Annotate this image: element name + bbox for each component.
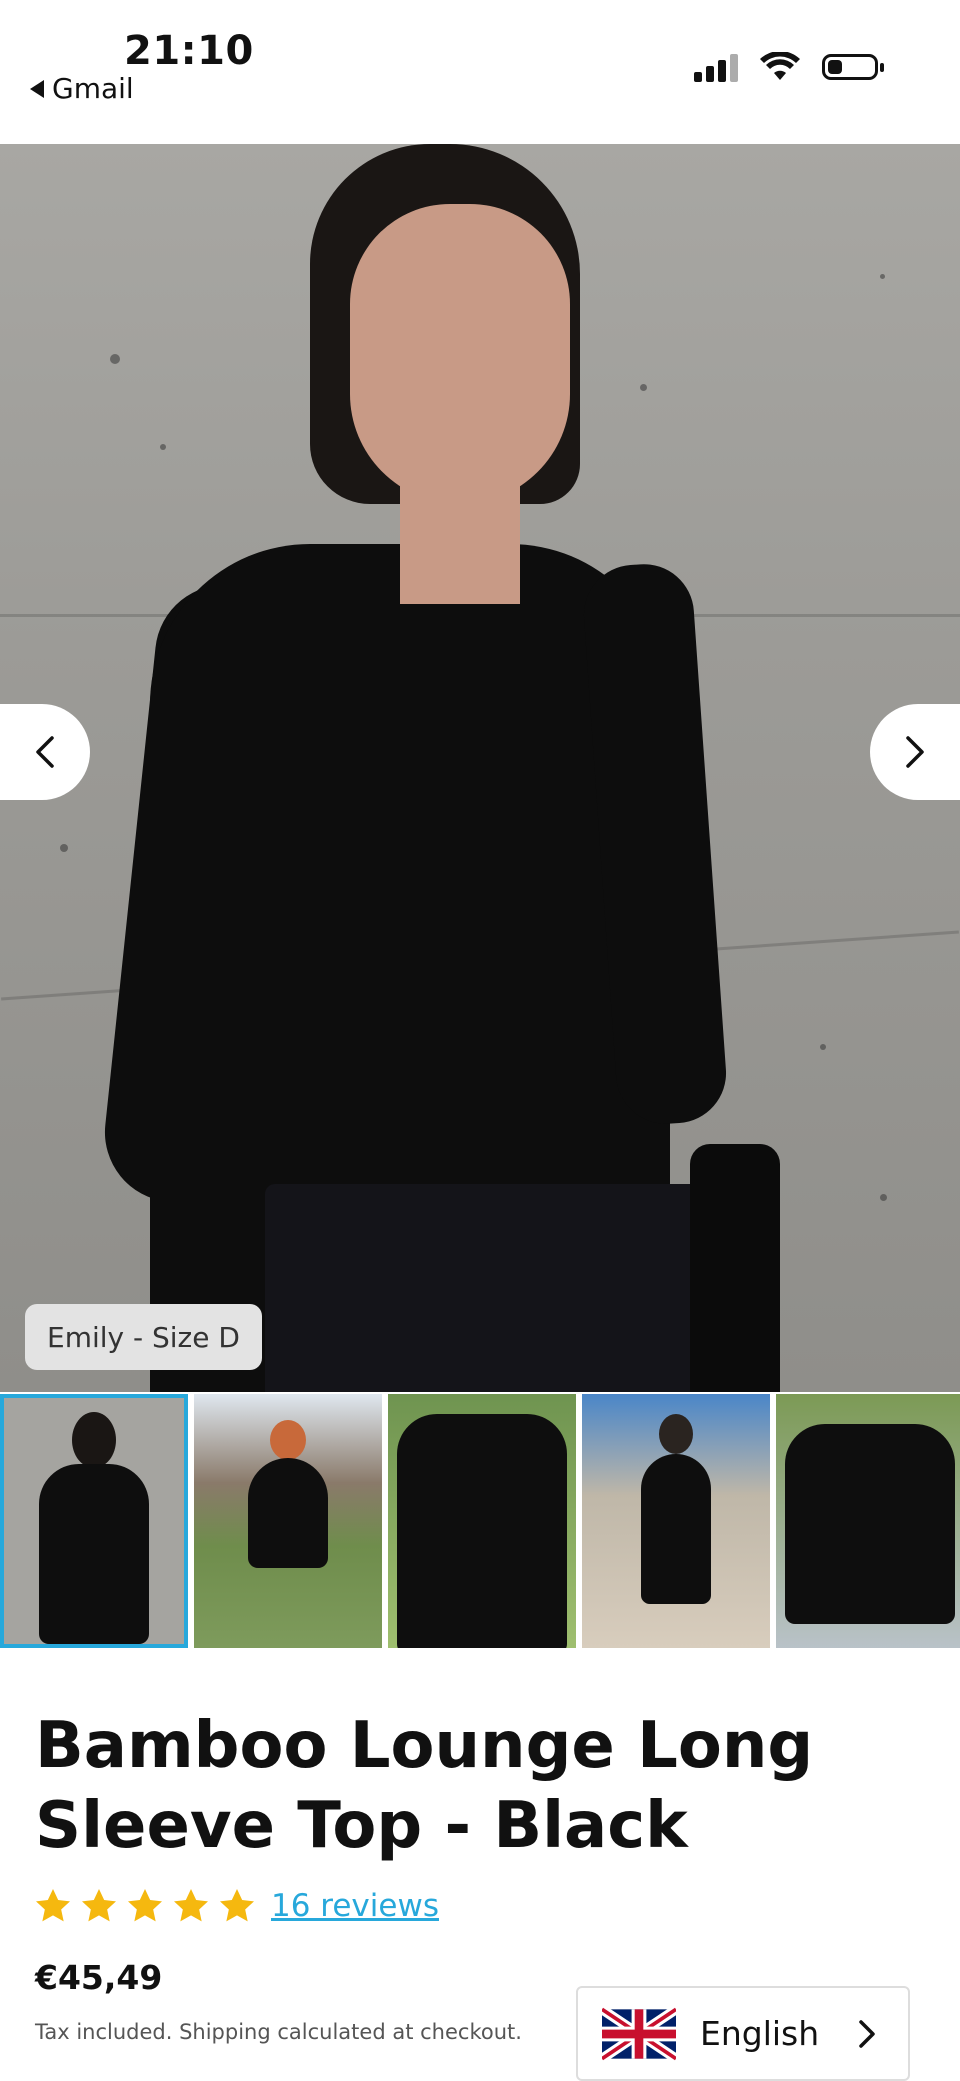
back-to-app-button[interactable]: Gmail — [30, 72, 134, 105]
next-image-button[interactable] — [870, 704, 960, 800]
wifi-icon — [760, 52, 800, 80]
model-size-caption: Emily - Size D — [25, 1304, 262, 1370]
thumbnail-2[interactable] — [194, 1394, 382, 1648]
star-icon — [128, 1889, 162, 1922]
thumbnail-5[interactable] — [776, 1394, 960, 1648]
language-selector[interactable]: English — [576, 1986, 910, 2081]
thumbnail-1[interactable] — [0, 1394, 188, 1648]
clock: 21:10 — [124, 28, 254, 74]
product-title: Bamboo Lounge Long Sleeve Top - Black — [35, 1709, 814, 1863]
cellular-signal-icon — [694, 52, 738, 82]
previous-image-button[interactable] — [0, 704, 90, 800]
back-app-label: Gmail — [52, 72, 134, 105]
chevron-right-icon — [906, 736, 924, 768]
status-bar: 21:10 Gmail — [0, 0, 960, 144]
star-icon — [220, 1889, 254, 1922]
uk-flag-icon — [602, 2005, 676, 2062]
thumbnail-4[interactable] — [582, 1394, 770, 1648]
product-price: €45,49 — [35, 1958, 163, 1997]
star-icon — [174, 1889, 208, 1922]
product-rating: 16 reviews — [33, 1886, 439, 1926]
tax-note: Tax included. Shipping calculated at che… — [35, 2020, 522, 2044]
reviews-link[interactable]: 16 reviews — [271, 1888, 439, 1924]
language-label: English — [700, 2014, 820, 2053]
star-icon — [36, 1889, 70, 1922]
star-icon — [82, 1889, 116, 1922]
chevron-left-icon — [36, 736, 54, 768]
system-indicators — [694, 52, 884, 82]
thumbnail-strip — [0, 1394, 960, 1649]
chevron-right-icon — [859, 2019, 875, 2048]
back-triangle-icon — [30, 79, 44, 98]
battery-icon — [822, 54, 884, 80]
product-main-image[interactable]: Emily - Size D — [0, 144, 960, 1392]
thumbnail-3[interactable] — [388, 1394, 576, 1648]
